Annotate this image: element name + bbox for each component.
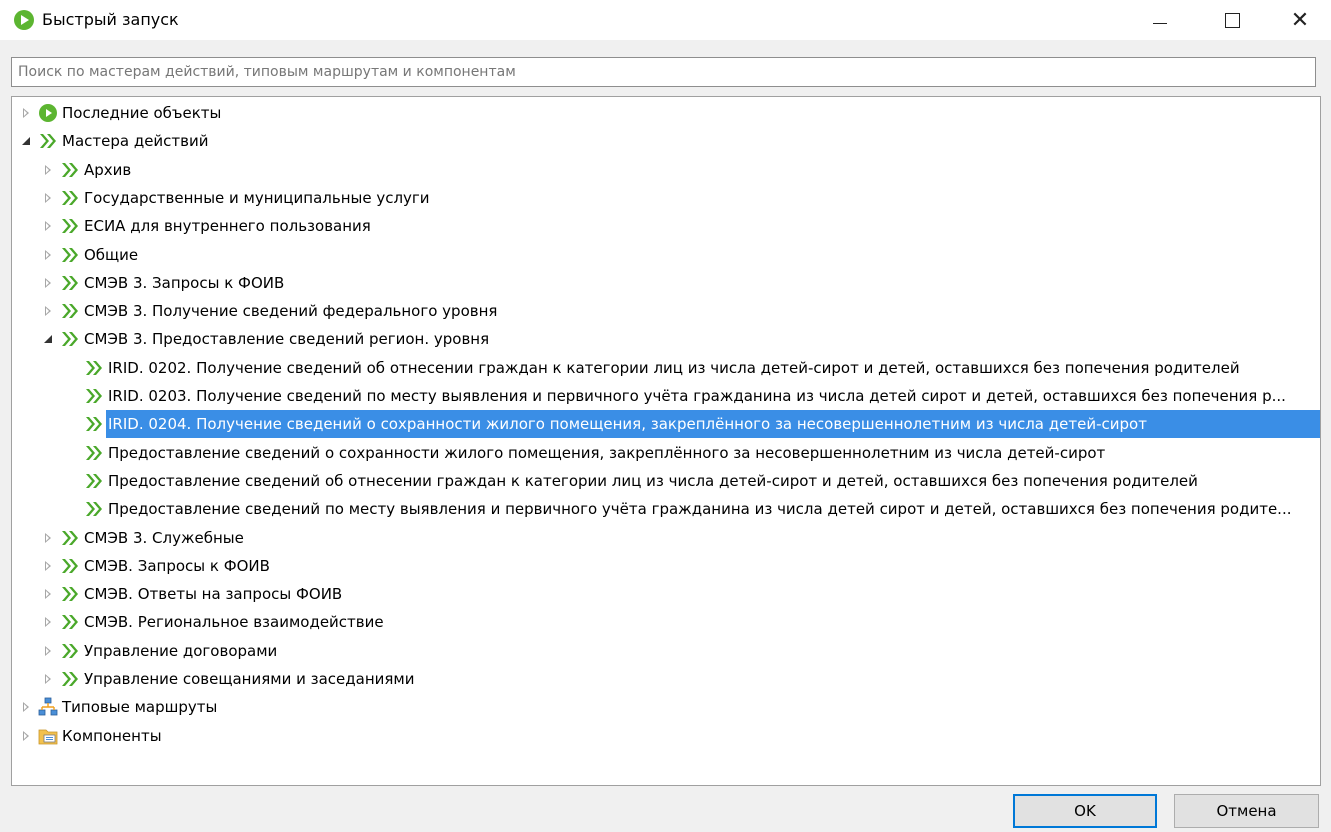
tree-item-label: Предоставление сведений об отнесении гра… [108,471,1198,490]
minimize-button[interactable] [1135,0,1185,40]
double-chevron-icon [60,556,80,576]
tree-item-label: ЕСИА для внутреннего пользования [84,217,371,236]
tree-item-label: Мастера действий [62,132,209,151]
tree-item[interactable]: Общие [12,241,1320,269]
tree-item[interactable]: Архив [12,156,1320,184]
tree-item[interactable]: СМЭВ 3. Получение сведений федерального … [12,297,1320,325]
collapse-arrow-icon[interactable] [42,645,54,657]
double-chevron-icon [60,160,80,180]
tree-item-label: IRID. 0204. Получение сведений о сохранн… [108,415,1147,434]
double-chevron-icon [60,301,80,321]
tree-item-label: СМЭВ. Региональное взаимодействие [84,613,384,632]
collapse-arrow-icon[interactable] [42,560,54,572]
collapse-arrow-icon[interactable] [42,164,54,176]
tree-item-label: СМЭВ 3. Предоставление сведений регион. … [84,330,490,349]
double-chevron-icon [60,245,80,265]
expand-arrow-icon[interactable] [42,333,54,345]
collapse-arrow-icon[interactable] [42,673,54,685]
tree-item-label: Последние объекты [62,104,222,122]
double-chevron-icon [84,358,104,378]
minimize-icon [1153,22,1167,24]
tree-item[interactable]: Управление договорами [12,637,1320,665]
search-input[interactable] [11,57,1316,87]
quick-launch-icon [14,10,34,30]
cancel-button[interactable]: Отмена [1174,794,1319,828]
tree-item[interactable]: СМЭВ 3. Служебные [12,524,1320,552]
tree-item[interactable]: IRID. 0204. Получение сведений о сохранн… [12,410,1320,439]
double-chevron-icon [60,216,80,236]
double-chevron-icon [84,499,104,519]
tree-item[interactable]: Предоставление сведений об отнесении гра… [12,467,1320,495]
tree-item[interactable]: СМЭВ. Ответы на запросы ФОИВ [12,580,1320,608]
collapse-arrow-icon[interactable] [42,277,54,289]
tree-item[interactable]: Предоставление сведений по месту выявлен… [12,495,1320,523]
double-chevron-icon [38,131,58,151]
collapse-arrow-icon[interactable] [42,305,54,317]
tree-item[interactable]: СМЭВ 3. Предоставление сведений регион. … [12,325,1320,353]
tree-item-label: Архив [84,160,132,179]
double-chevron-icon [60,641,80,661]
collapse-arrow-icon[interactable] [42,532,54,544]
double-chevron-icon [84,414,104,434]
collapse-arrow-icon[interactable] [42,220,54,232]
double-chevron-icon [60,528,80,548]
close-button[interactable]: ✕ [1275,0,1325,40]
tree-item-label: Предоставление сведений по месту выявлен… [108,500,1292,519]
tree-item[interactable]: Предоставление сведений о сохранности жи… [12,439,1320,467]
tree-item-label: Компоненты [62,726,162,745]
close-icon: ✕ [1290,7,1310,33]
collapse-arrow-icon[interactable] [20,730,32,742]
tree-item-label: Государственные и муниципальные услуги [84,188,430,207]
tree-item[interactable]: IRID. 0202. Получение сведений об отнесе… [12,354,1320,382]
tree-item-label: СМЭВ 3. Получение сведений федерального … [84,302,498,321]
tree-view[interactable]: Последние объекты Мастера действий Архив Го… [11,96,1321,786]
collapse-arrow-icon[interactable] [42,192,54,204]
folder-icon [38,726,58,746]
tree-item[interactable]: Последние объекты [12,99,1320,127]
double-chevron-icon [84,386,104,406]
collapse-arrow-icon[interactable] [20,701,32,713]
expand-arrow-icon[interactable] [20,135,32,147]
tree-item-label: Предоставление сведений о сохранности жи… [108,443,1106,462]
tree-item[interactable]: Компоненты [12,722,1320,750]
tree-item[interactable]: СМЭВ. Региональное взаимодействие [12,608,1320,636]
double-chevron-icon [60,584,80,604]
ok-button[interactable]: OK [1013,794,1157,828]
tree-item-label: Типовые маршруты [62,698,218,717]
tree-item-label: IRID. 0203. Получение сведений по месту … [108,387,1286,405]
tree-item-label: Управление совещаниями и заседаниями [84,670,415,688]
tree-item-label: IRID. 0202. Получение сведений об отнесе… [108,358,1240,377]
tree-item[interactable]: СМЭВ 3. Запросы к ФОИВ [12,269,1320,297]
double-chevron-icon [60,612,80,632]
tree-item[interactable]: Типовые маршруты [12,693,1320,721]
maximize-button[interactable] [1207,0,1257,40]
window-title: Быстрый запуск [42,10,179,29]
double-chevron-icon [60,329,80,349]
collapse-arrow-icon[interactable] [42,616,54,628]
tree-item[interactable]: Управление совещаниями и заседаниями [12,665,1320,693]
tree-item[interactable]: СМЭВ. Запросы к ФОИВ [12,552,1320,580]
tree-item[interactable]: Мастера действий [12,127,1320,155]
double-chevron-icon [84,471,104,491]
tree-item-label: СМЭВ. Ответы на запросы ФОИВ [84,585,343,604]
recent-play-icon [38,103,58,123]
collapse-arrow-icon[interactable] [42,588,54,600]
tree-item[interactable]: ЕСИА для внутреннего пользования [12,212,1320,240]
route-icon [38,697,58,717]
collapse-arrow-icon[interactable] [20,107,32,119]
double-chevron-icon [60,188,80,208]
tree-item[interactable]: IRID. 0203. Получение сведений по месту … [12,382,1320,410]
tree-item-label: Общие [84,245,139,264]
tree-item-label: СМЭВ 3. Запросы к ФОИВ [84,273,285,292]
tree-item-label: СМЭВ 3. Служебные [84,528,244,547]
double-chevron-icon [60,273,80,293]
tree-item[interactable]: Государственные и муниципальные услуги [12,184,1320,212]
maximize-icon [1224,12,1240,28]
title-bar: Быстрый запуск ✕ [0,0,1331,40]
tree-item-label: СМЭВ. Запросы к ФОИВ [84,556,270,575]
double-chevron-icon [84,443,104,463]
double-chevron-icon [60,669,80,689]
tree-item-label: Управление договорами [84,641,278,660]
collapse-arrow-icon[interactable] [42,249,54,261]
